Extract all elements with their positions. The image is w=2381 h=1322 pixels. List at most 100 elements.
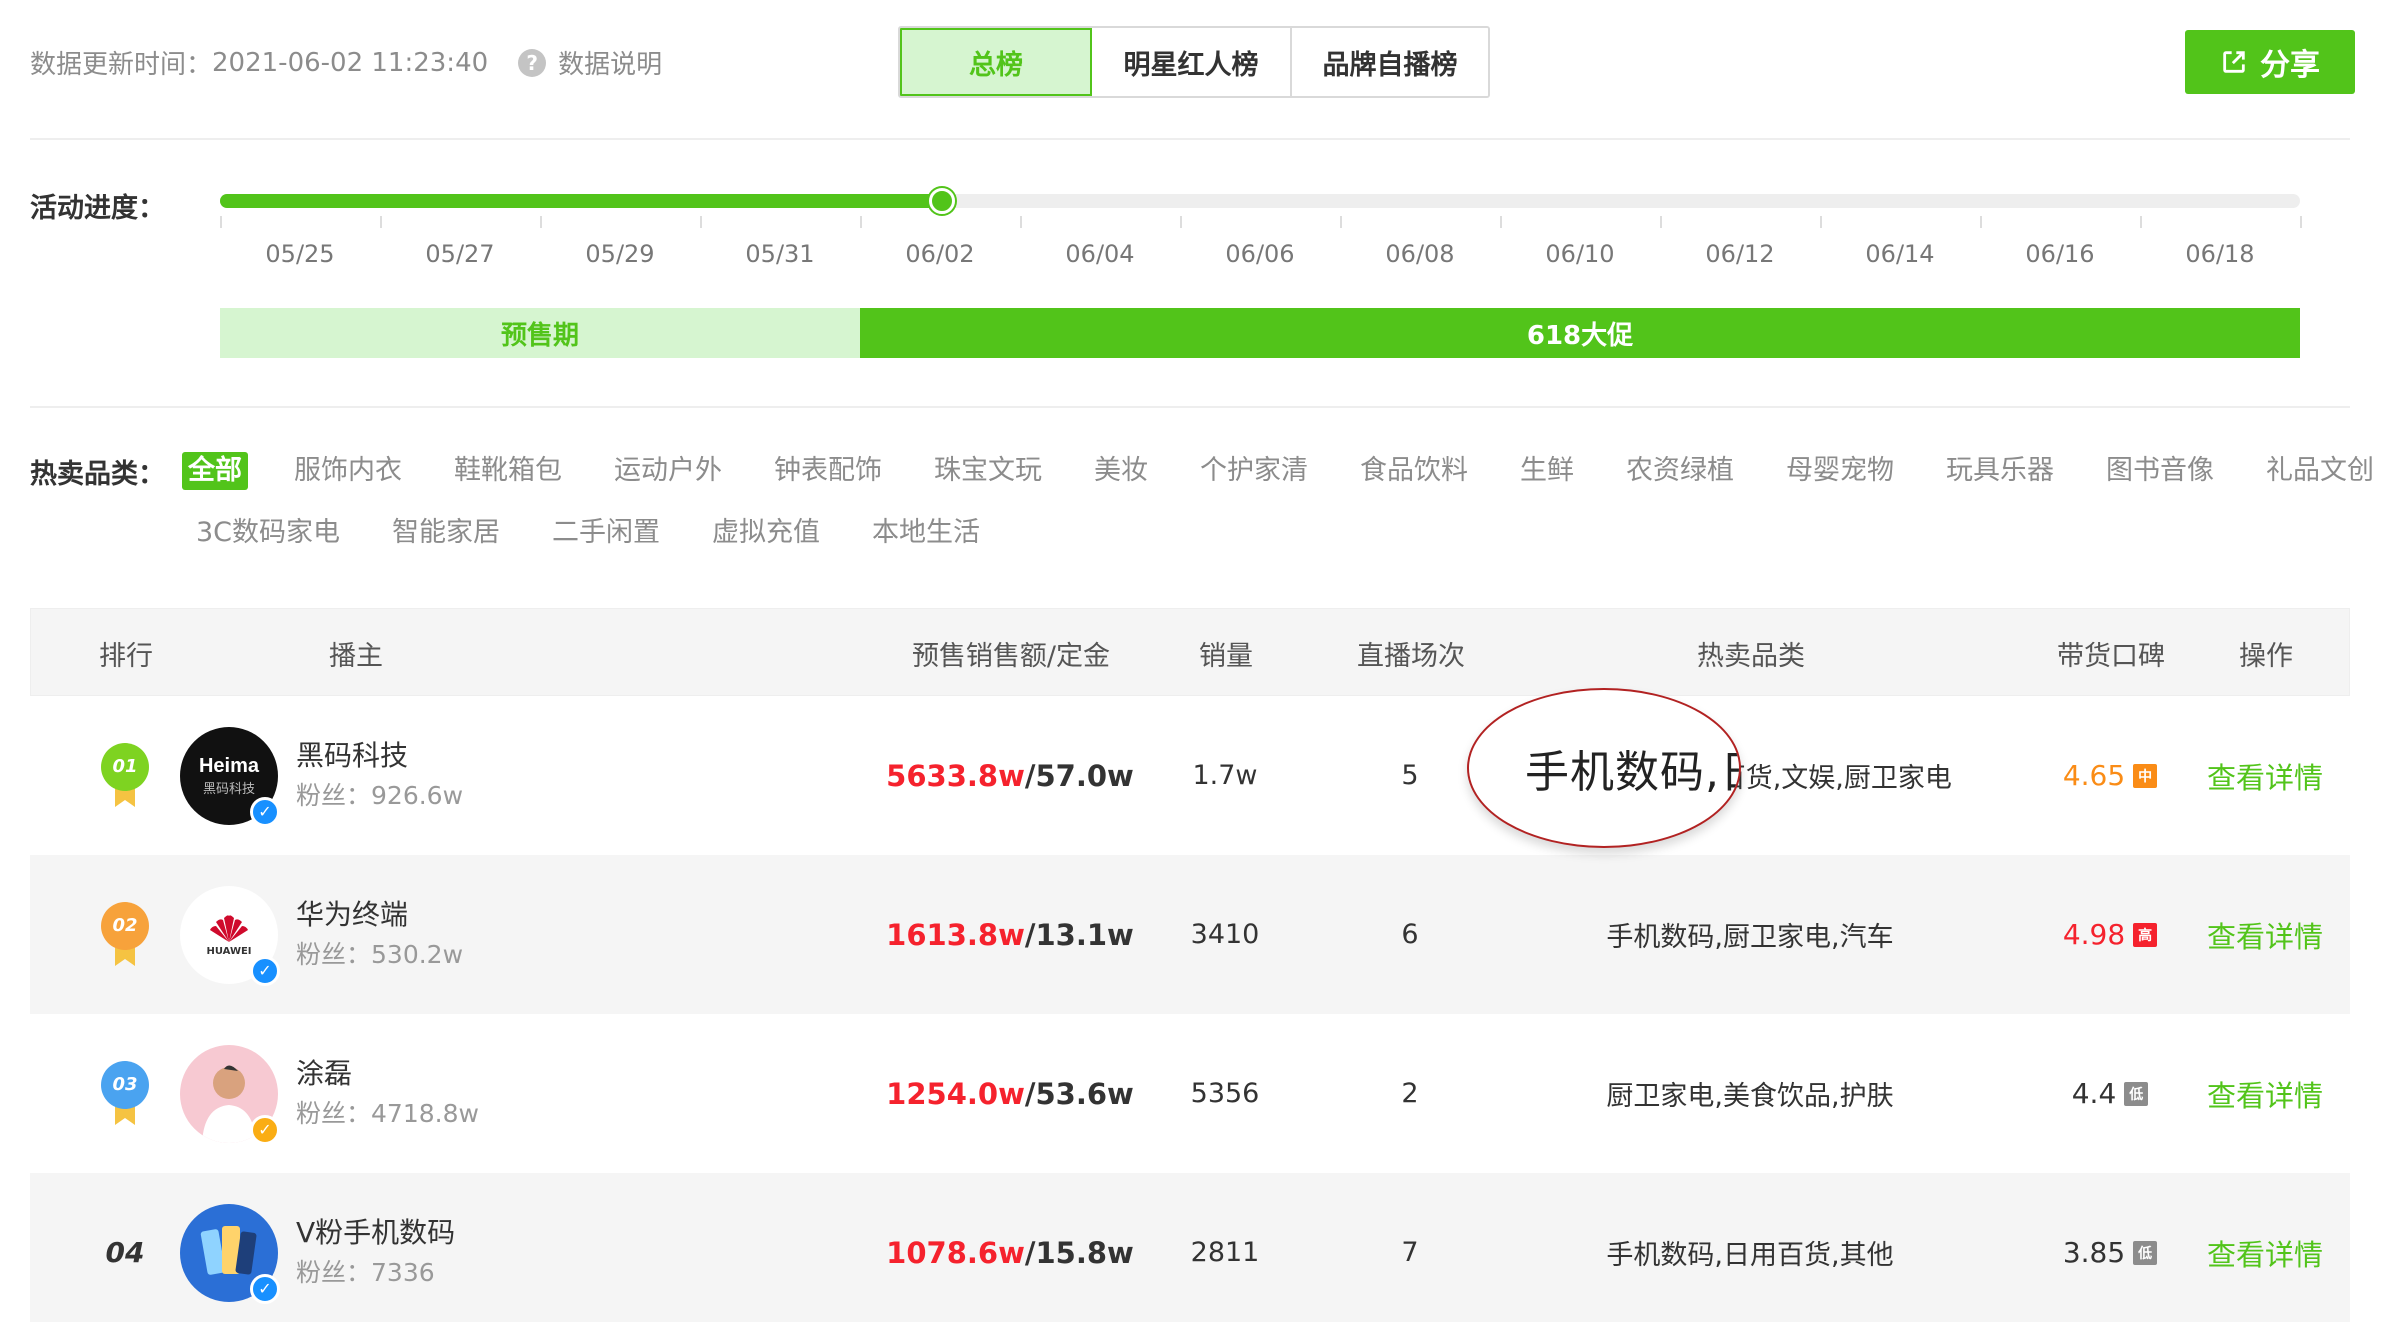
category-row1-13[interactable]: 图书音像 [2100,452,2220,490]
table-row: 01 Heima 黑码科技 ✓ 黑码科技 粉丝：926.6w 5633.8w/5… [30,696,2350,855]
rank-number: 02 [101,901,149,950]
data-help-link[interactable]: ? 数据说明 [518,44,662,81]
progress-tick [2140,216,2142,228]
category-row1-4[interactable]: 钟表配饰 [768,452,888,490]
progress-date: 05/29 [585,240,655,268]
reputation-level-badge: 低 [2124,1081,2149,1106]
progress-phases: 预售期 618大促 [220,308,2300,358]
view-details-link[interactable]: 查看详情 [2207,755,2323,797]
category-row1-1[interactable]: 服饰内衣 [288,452,408,490]
progress-dates: 05/25 05/27 05/29 05/31 06/02 06/04 06/06 06/08… [220,240,2300,274]
category-row1-2[interactable]: 鞋靴箱包 [448,452,568,490]
category-row1-8[interactable]: 食品饮料 [1354,452,1474,490]
categories-row-2: 3C数码家电 智能家居 二手闲置 虚拟充值 本地生活 [190,514,1026,552]
view-details-link[interactable]: 查看详情 [2207,1073,2323,1115]
view-details-link[interactable]: 查看详情 [2207,914,2323,956]
verified-icon: ✓ [250,1114,280,1145]
avatar[interactable]: ✓ [180,1203,280,1304]
fans-label: 粉丝： [296,780,372,810]
question-icon: ? [518,48,547,77]
avatar-logo-text: HUAWEI [206,946,252,957]
header-operation: 操作 [2239,640,2293,672]
category-row1-3[interactable]: 运动户外 [608,452,728,490]
anchor-cell: HUAWEI ✓ 华为终端 粉丝：530.2w [180,855,830,1014]
anchor-name[interactable]: V粉手机数码 [296,1213,455,1253]
categories-label: 热卖品类： [30,459,165,490]
category-row1-6[interactable]: 美妆 [1088,452,1154,490]
rank-medal-icon: 02 [99,901,151,968]
tab-brand-self[interactable]: 品牌自播榜 [1292,28,1488,96]
category-row1-9[interactable]: 生鲜 [1514,452,1580,490]
header-category: 热卖品类 [1697,640,1805,672]
rank-medal-icon: 03 [99,1060,151,1127]
avatar-logo-text: Heima [198,754,260,777]
operation-cell: 查看详情 [2180,696,2350,855]
category-row1-12[interactable]: 玩具乐器 [1940,452,2060,490]
table-row: 02 HUAWEI ✓ 华为终端 粉丝：530.2w 1613.8w/13.1w [30,855,2350,1014]
live-count-cell: 6 [1401,919,1419,950]
progress-knob [929,188,955,214]
anchor-info: V粉手机数码 粉丝：7336 [296,1213,455,1293]
ranking-table: 排行 播主 预售销售额/定金 销量 直播场次 热卖品类 带货口碑 操作 01 H… [30,608,2350,1322]
sales-cell: 5633.8w/57.0w [830,696,1190,855]
share-button[interactable]: 分享 [2185,30,2355,94]
anchor-cell: ✓ 涂磊 粉丝：4718.8w [180,1014,830,1173]
category-row2-2[interactable]: 二手闲置 [546,514,666,552]
fans-count: 530.2w [371,939,464,969]
reputation-score: 4.65 [2062,759,2126,792]
progress-label: 活动进度： [30,193,165,224]
anchor-name[interactable]: 涂磊 [296,1054,479,1094]
sales-cell: 1613.8w/13.1w [830,855,1190,1014]
progress-ticks [220,216,2302,228]
share-icon [2223,51,2245,73]
volume-cell: 1.7w [1192,760,1258,791]
anchor-fans: 粉丝：530.2w [296,935,463,975]
category-row2-3[interactable]: 虚拟充值 [706,514,826,552]
category-row1-7[interactable]: 个护家清 [1194,452,1314,490]
category-row2-4[interactable]: 本地生活 [866,514,986,552]
table-row: 03 ✓ 涂磊 粉丝：4718.8w 1254.0w/53.6w 5356 2 [30,1014,2350,1173]
avatar[interactable]: Heima 黑码科技 ✓ [180,726,280,827]
anchor-fans: 粉丝：926.6w [296,776,463,816]
reputation-score: 3.85 [2062,1236,2126,1269]
category-row1-0[interactable]: 全部 [182,452,248,490]
header-sales: 预售销售额/定金 [911,640,1111,672]
rank-number: 03 [101,1060,149,1109]
category-row2-1[interactable]: 智能家居 [386,514,506,552]
progress-date: 06/12 [1705,240,1775,268]
category-row1-5[interactable]: 珠宝文玩 [928,452,1048,490]
fans-label: 粉丝： [296,939,372,969]
view-details-link[interactable]: 查看详情 [2207,1232,2323,1274]
reputation-level-badge: 中 [2133,763,2158,788]
anchor-name[interactable]: 华为终端 [296,895,463,935]
category-row1-10[interactable]: 农资绿植 [1620,452,1740,490]
deposit-amount: /15.8w [1024,1235,1134,1270]
progress-track [220,188,2300,214]
deposit-amount: /57.0w [1024,758,1134,793]
progress-date: 05/27 [425,240,495,268]
magnifier-callout: 手机数码,日 [1467,688,1741,848]
progress-tick [2300,216,2302,228]
category-row2-0[interactable]: 3C数码家电 [190,514,346,552]
operation-cell: 查看详情 [2180,855,2350,1014]
update-info: 数据更新时间： 2021-06-02 11:23:40 ? 数据说明 [30,44,662,81]
hot-categories: 热卖品类： 全部 服饰内衣 鞋靴箱包 运动户外 钟表配饰 珠宝文玩 美妆 个护家清 食品饮料 生鲜… [30,448,2374,568]
tab-overall[interactable]: 总榜 [900,28,1092,96]
category-row1-14[interactable]: 礼品文创 [2260,452,2380,490]
progress-date: 05/31 [745,240,815,268]
tab-celebrity[interactable]: 明星红人榜 [1092,28,1292,96]
avatar[interactable]: ✓ [180,1044,280,1145]
header: 数据更新时间： 2021-06-02 11:23:40 ? 数据说明 总榜 明星… [30,0,2355,140]
avatar[interactable]: HUAWEI ✓ [180,885,280,986]
magnifier-text: 手机数码,日 [1525,747,1741,798]
deposit-amount: /13.1w [1024,917,1134,952]
phase-presale: 预售期 [220,308,860,358]
categories-row-1: 全部 服饰内衣 鞋靴箱包 运动户外 钟表配饰 珠宝文玩 美妆 个护家清 食品饮料 生鲜 农资绿植 母婴… [182,452,2381,490]
category-row1-11[interactable]: 母婴宠物 [1780,452,1900,490]
table-header: 排行 播主 预售销售额/定金 销量 直播场次 热卖品类 带货口碑 操作 [30,608,2350,696]
anchor-name[interactable]: 黑码科技 [296,736,463,776]
anchor-info: 黑码科技 粉丝：926.6w [296,736,463,816]
deposit-amount: /53.6w [1024,1076,1134,1111]
progress-tick [1500,216,1502,228]
activity-progress: 活动进度： 05/25 05/27 05/29 05/31 06/02 06/04 06/0… [30,140,2350,408]
